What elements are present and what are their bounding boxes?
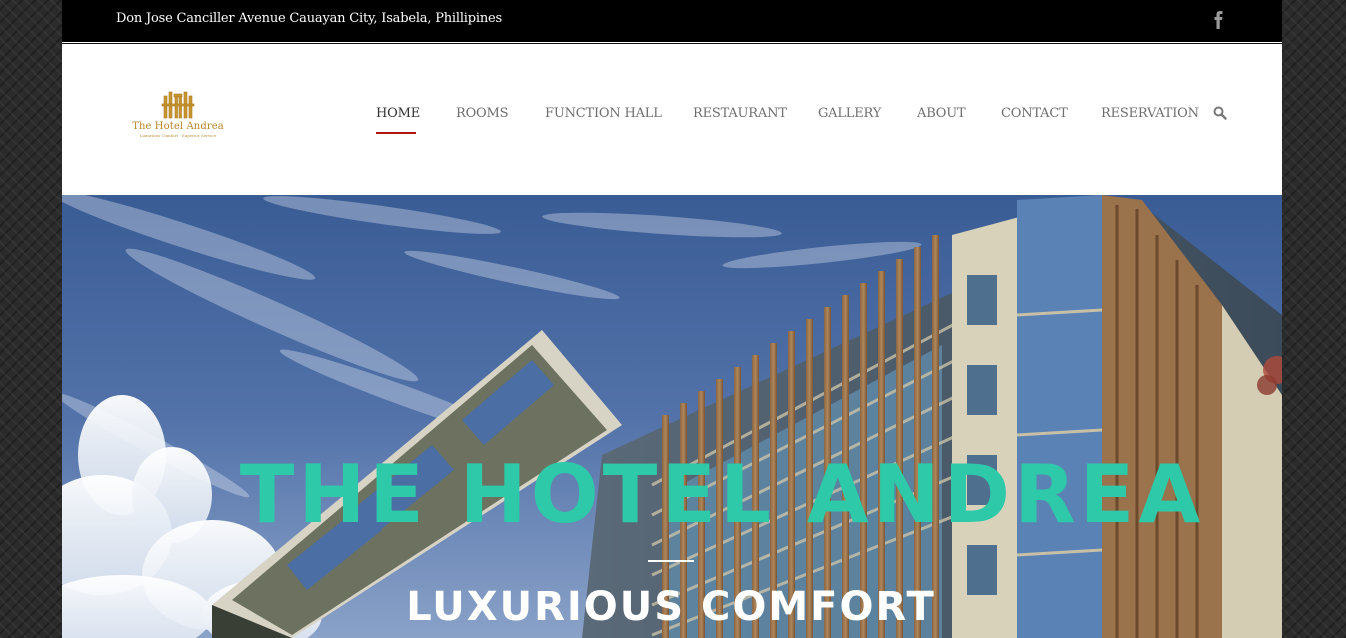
facebook-icon[interactable] [1211,8,1225,32]
nav-function-hall[interactable]: FUNCTION HALL [545,106,662,121]
nav-about[interactable]: ABOUT [917,106,966,121]
top-bar: Don Jose Canciller Avenue Cauayan City, … [62,0,1282,42]
nav-gallery[interactable]: GALLERY [818,106,881,121]
nav-home[interactable]: HOME [376,106,420,121]
main-navigation: HOME ROOMS FUNCTION HALL RESTAURANT GALL… [62,44,1282,195]
search-icon[interactable] [1213,105,1227,120]
nav-reservation[interactable]: RESERVATION [1101,106,1199,121]
page: Don Jose Canciller Avenue Cauayan City, … [62,0,1282,638]
hero-divider [648,560,694,562]
active-nav-underline [376,132,416,134]
nav-restaurant[interactable]: RESTAURANT [693,106,787,121]
hero-title: THE HOTEL ANDREA [239,448,1205,541]
nav-rooms[interactable]: ROOMS [456,106,509,121]
hero-banner: THE HOTEL ANDREA LUXURIOUS COMFORT [62,195,1282,638]
address-text: Don Jose Canciller Avenue Cauayan City, … [116,11,502,26]
site-header: The Hotel Andrea Luxurious Comfort · Sup… [62,44,1282,195]
hotel-building-image [62,195,1282,638]
hero-subtitle: LUXURIOUS COMFORT [406,584,936,630]
nav-contact[interactable]: CONTACT [1001,106,1068,121]
